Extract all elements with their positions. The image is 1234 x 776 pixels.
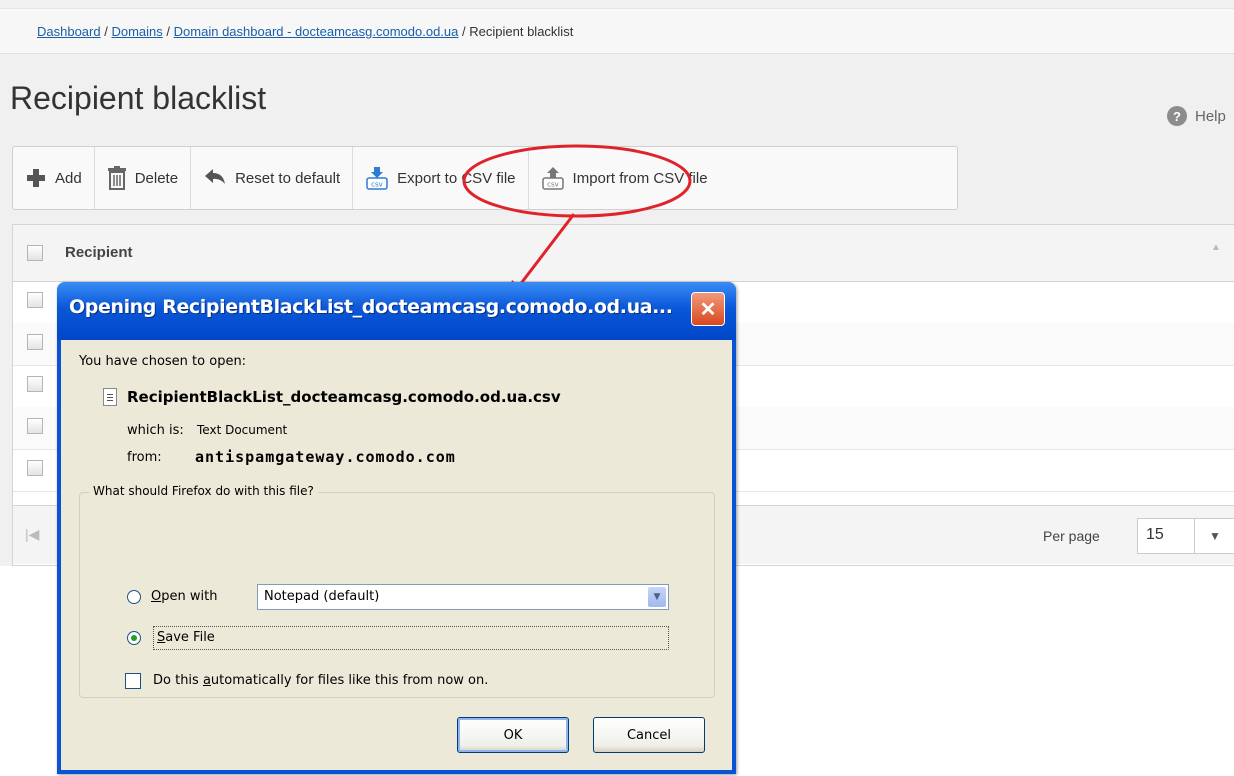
chevron-down-icon[interactable]: ▼ xyxy=(648,587,666,607)
per-page-select[interactable]: 15 ▼ xyxy=(1137,518,1234,554)
auto-checkbox[interactable] xyxy=(125,673,141,689)
reset-button-label: Reset to default xyxy=(235,169,341,187)
which-is-label: which is: xyxy=(127,423,184,438)
close-icon[interactable]: ✕ xyxy=(691,292,725,326)
column-header-recipient[interactable]: Recipient xyxy=(65,244,133,261)
page-title: Recipient blacklist xyxy=(10,80,267,116)
table-header: Recipient ▲ xyxy=(13,225,1234,282)
svg-text:csv: csv xyxy=(371,181,383,189)
row-checkbox[interactable] xyxy=(27,292,43,308)
per-page-value: 15 xyxy=(1146,526,1164,543)
dialog-title-bar[interactable]: Opening RecipientBlackList_docteamcasg.c… xyxy=(57,282,736,340)
cancel-button[interactable]: Cancel xyxy=(593,717,705,753)
breadcrumb-separator: / xyxy=(104,24,108,39)
chevron-down-icon[interactable]: ▼ xyxy=(1194,519,1234,553)
open-with-select[interactable]: Notepad (default) ▼ xyxy=(257,584,669,610)
delete-button-label: Delete xyxy=(134,169,179,187)
add-button-label: Add xyxy=(55,169,82,187)
breadcrumb-current: Recipient blacklist xyxy=(469,24,574,39)
delete-button[interactable]: Delete xyxy=(95,147,192,209)
which-is-value: Text Document xyxy=(197,423,288,437)
first-page-icon[interactable]: |◀ xyxy=(25,526,39,543)
chosen-to-open-label: You have chosen to open: xyxy=(79,354,247,369)
breadcrumb-separator: / xyxy=(462,24,466,39)
breadcrumb-domains-link[interactable]: Domains xyxy=(111,24,162,39)
svg-text:csv: csv xyxy=(547,181,559,189)
open-with-radio[interactable] xyxy=(127,590,141,604)
add-button[interactable]: Add xyxy=(13,147,95,209)
reset-to-default-button[interactable]: Reset to default xyxy=(191,147,354,209)
import-button-label: Import from CSV file xyxy=(572,169,708,187)
export-csv-button[interactable]: csv Export to CSV file xyxy=(353,147,529,209)
breadcrumb: Dashboard / Domains / Domain dashboard -… xyxy=(0,8,1234,54)
csv-export-icon: csv xyxy=(365,166,389,190)
question-label: What should Firefox do with this file? xyxy=(89,484,318,498)
breadcrumb-separator: / xyxy=(166,24,171,39)
help-icon: ? xyxy=(1167,106,1187,126)
row-checkbox[interactable] xyxy=(27,460,43,476)
trash-icon xyxy=(107,166,127,190)
from-value: antispamgateway.comodo.com xyxy=(195,448,456,466)
open-with-value: Notepad (default) xyxy=(264,589,380,604)
plus-icon xyxy=(25,167,47,189)
help-label: Help xyxy=(1195,107,1226,125)
save-file-radio[interactable] xyxy=(127,631,141,645)
row-checkbox[interactable] xyxy=(27,334,43,350)
toolbar: Add Delete Reset to default csv Export t… xyxy=(12,146,958,210)
from-label: from: xyxy=(127,450,162,465)
undo-arrow-icon xyxy=(203,168,227,188)
auto-checkbox-label[interactable]: Do this automatically for files like thi… xyxy=(153,673,488,688)
dialog-title: Opening RecipientBlackList_docteamcasg.c… xyxy=(69,296,673,318)
help-link[interactable]: ? Help xyxy=(1167,106,1226,126)
row-checkbox[interactable] xyxy=(27,418,43,434)
import-csv-button[interactable]: csv Import from CSV file xyxy=(529,147,720,209)
select-all-checkbox[interactable] xyxy=(27,245,43,261)
ok-button[interactable]: OK xyxy=(457,717,569,753)
save-file-label[interactable]: Save File xyxy=(157,630,215,645)
row-checkbox[interactable] xyxy=(27,376,43,392)
dialog-body: You have chosen to open: RecipientBlackL… xyxy=(61,340,732,770)
open-with-label[interactable]: Open with xyxy=(151,589,217,604)
download-dialog: Opening RecipientBlackList_docteamcasg.c… xyxy=(57,282,736,774)
per-page-label: Per page xyxy=(1043,528,1100,544)
file-name: RecipientBlackList_docteamcasg.comodo.od… xyxy=(127,388,561,406)
csv-import-icon: csv xyxy=(541,166,565,190)
export-button-label: Export to CSV file xyxy=(397,169,516,187)
file-icon xyxy=(103,388,117,406)
sort-arrow-icon[interactable]: ▲ xyxy=(1211,242,1221,253)
breadcrumb-domain-dashboard-link[interactable]: Domain dashboard - docteamcasg.comodo.od… xyxy=(174,24,459,39)
breadcrumb-dashboard-link[interactable]: Dashboard xyxy=(37,24,101,39)
save-file-focus-ring xyxy=(153,626,669,650)
